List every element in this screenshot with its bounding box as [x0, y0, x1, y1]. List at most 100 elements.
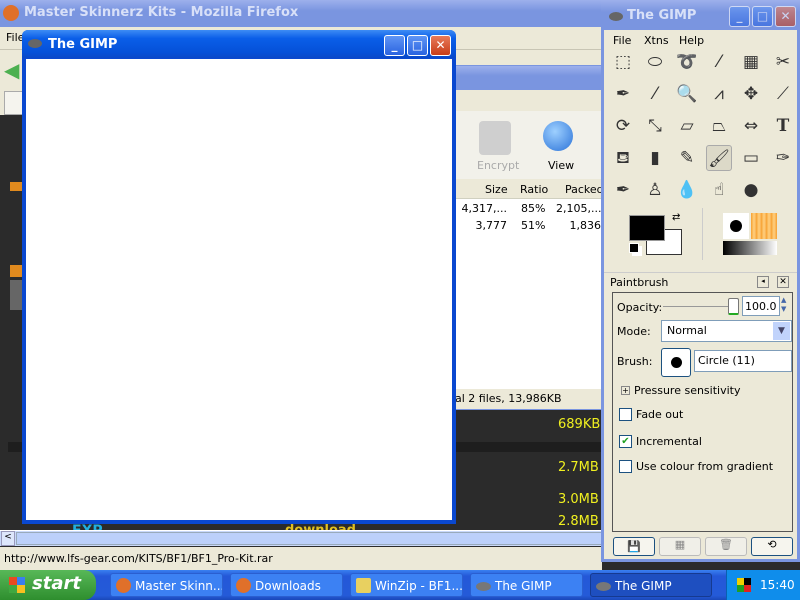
foreground-color-swatch[interactable]: [629, 215, 665, 241]
blend-tool-icon[interactable]: ▮: [642, 145, 668, 171]
scroll-left-icon[interactable]: <: [1, 531, 15, 546]
rect-select-tool-icon[interactable]: ⬚: [610, 49, 636, 75]
close-dock-icon[interactable]: ✕: [777, 276, 789, 288]
save-options-button[interactable]: 💾: [613, 537, 655, 556]
taskbar-item-label: WinZip - BF1...: [375, 579, 463, 593]
expand-icon[interactable]: +: [621, 386, 630, 395]
mode-dropdown[interactable]: Normal ▼: [661, 320, 792, 342]
pencil-tool-icon[interactable]: ✎: [674, 145, 700, 171]
magnify-tool-icon[interactable]: 🔍: [674, 81, 700, 107]
scale-tool-icon[interactable]: ⤡: [642, 113, 668, 139]
exp-link[interactable]: EXP: [72, 523, 103, 530]
encrypt-lock-icon[interactable]: [479, 121, 511, 155]
text-tool-icon[interactable]: T: [770, 113, 796, 139]
crop-tool-icon[interactable]: ⟋: [770, 81, 796, 107]
free-select-tool-icon[interactable]: ➰: [674, 49, 700, 75]
maximize-button[interactable]: □: [407, 35, 428, 56]
blur-tool-icon[interactable]: 💧: [674, 177, 700, 203]
paintbrush-tool-icon[interactable]: 🖌: [706, 145, 732, 171]
chevron-down-icon[interactable]: ▼: [773, 322, 790, 340]
default-colors-icon[interactable]: [629, 243, 639, 253]
clock[interactable]: 15:40: [760, 578, 795, 592]
col-ratio[interactable]: Ratio: [520, 183, 548, 196]
brush-name-field[interactable]: Circle (11): [694, 350, 792, 372]
taskbar-item-winzip[interactable]: WinZip - BF1...: [350, 573, 463, 597]
menu-xtns[interactable]: Xtns: [644, 34, 669, 47]
incremental-checkbox[interactable]: ✔: [619, 435, 632, 448]
maximize-button[interactable]: □: [752, 6, 773, 27]
firefox-icon: [116, 578, 131, 593]
opacity-input[interactable]: 100.0: [742, 296, 780, 316]
rotate-tool-icon[interactable]: ⟳: [610, 113, 636, 139]
gradient-colour-label: Use colour from gradient: [636, 460, 774, 473]
delete-options-button[interactable]: 🗑: [705, 537, 747, 556]
ellipse-select-tool-icon[interactable]: ⬭: [642, 49, 668, 75]
flip-tool-icon[interactable]: ⇔: [738, 113, 764, 139]
orange-marker: [10, 182, 22, 191]
close-button[interactable]: ✕: [775, 6, 796, 27]
clone-tool-icon[interactable]: ♙: [642, 177, 668, 203]
horizontal-scrollbar[interactable]: <: [0, 530, 602, 546]
close-button[interactable]: ✕: [430, 35, 451, 56]
col-size[interactable]: Size: [485, 183, 508, 196]
gradient-preview[interactable]: [723, 241, 777, 255]
taskbar-item-gimp-active[interactable]: The GIMP: [590, 573, 712, 597]
encrypt-button[interactable]: Encrypt: [477, 159, 519, 172]
download-link[interactable]: download: [285, 523, 356, 530]
ink-tool-icon[interactable]: ✒: [610, 177, 636, 203]
gradient-colour-checkbox[interactable]: [619, 460, 632, 473]
bucket-fill-tool-icon[interactable]: ⛾: [610, 145, 636, 171]
minimize-button[interactable]: _: [384, 35, 405, 56]
perspective-tool-icon[interactable]: ⏢: [706, 113, 732, 139]
airbrush-tool-icon[interactable]: ✑: [770, 145, 796, 171]
minimize-button[interactable]: _: [729, 6, 750, 27]
view-button[interactable]: View: [548, 159, 574, 172]
opacity-spin-icon[interactable]: ▲ ▼: [781, 296, 786, 314]
view-glasses-icon[interactable]: [543, 121, 573, 151]
shear-tool-icon[interactable]: ▱: [674, 113, 700, 139]
dodge-burn-tool-icon[interactable]: ●: [738, 177, 764, 203]
menu-help[interactable]: Help: [679, 34, 704, 47]
color-picker-tool-icon[interactable]: ⁄: [642, 81, 668, 107]
restore-options-button[interactable]: ▦: [659, 537, 701, 556]
file-size: 3.0MB: [558, 492, 599, 507]
tab[interactable]: [4, 91, 24, 115]
brush-preview[interactable]: [723, 213, 749, 239]
mode-value: Normal: [667, 324, 707, 337]
fuzzy-select-tool-icon[interactable]: ⁄: [706, 49, 732, 75]
start-button[interactable]: start: [0, 570, 96, 600]
pattern-preview[interactable]: [751, 213, 777, 239]
file-size: 2.7MB: [558, 460, 599, 475]
mode-label: Mode:: [617, 325, 651, 338]
measure-tool-icon[interactable]: ⩘: [706, 81, 732, 107]
taskbar-item-firefox[interactable]: Master Skinn...: [110, 573, 223, 597]
opacity-slider[interactable]: [663, 306, 733, 307]
table-row[interactable]: 3,777 51% 1,836: [441, 219, 603, 235]
color-select-tool-icon[interactable]: ▦: [738, 49, 764, 75]
tab-menu-icon[interactable]: ◂: [757, 276, 769, 288]
opacity-slider-handle[interactable]: [728, 298, 739, 315]
swap-colors-icon[interactable]: ⇄: [672, 212, 680, 223]
cell-ratio: 51%: [521, 219, 546, 232]
windows-logo-icon: [9, 577, 25, 593]
scissors-tool-icon[interactable]: ✂: [770, 49, 796, 75]
smudge-tool-icon[interactable]: ☝: [706, 177, 732, 203]
menu-file[interactable]: File: [613, 34, 631, 47]
pressure-sensitivity-expander[interactable]: Pressure sensitivity: [634, 384, 740, 397]
reset-options-button[interactable]: ⟲: [751, 537, 793, 556]
taskbar-item-label: The GIMP: [495, 579, 552, 593]
taskbar-item-gimp[interactable]: The GIMP: [470, 573, 583, 597]
scroll-thumb[interactable]: [16, 532, 602, 545]
fade-out-checkbox[interactable]: [619, 408, 632, 421]
back-arrow-icon[interactable]: ◀: [4, 58, 19, 82]
col-packed[interactable]: Packed: [565, 183, 604, 196]
toolbox-menubar: File Xtns Help: [604, 32, 797, 50]
table-row[interactable]: 4,317,... 85% 2,105,...: [441, 202, 603, 218]
brush-button[interactable]: [661, 348, 691, 377]
tray-app-icon[interactable]: [737, 578, 751, 592]
eraser-tool-icon[interactable]: ▭: [738, 145, 764, 171]
taskbar-item-downloads[interactable]: Downloads: [230, 573, 343, 597]
move-tool-icon[interactable]: ✥: [738, 81, 764, 107]
gimp-window-canvas[interactable]: [26, 59, 452, 520]
paths-tool-icon[interactable]: ✒: [610, 81, 636, 107]
